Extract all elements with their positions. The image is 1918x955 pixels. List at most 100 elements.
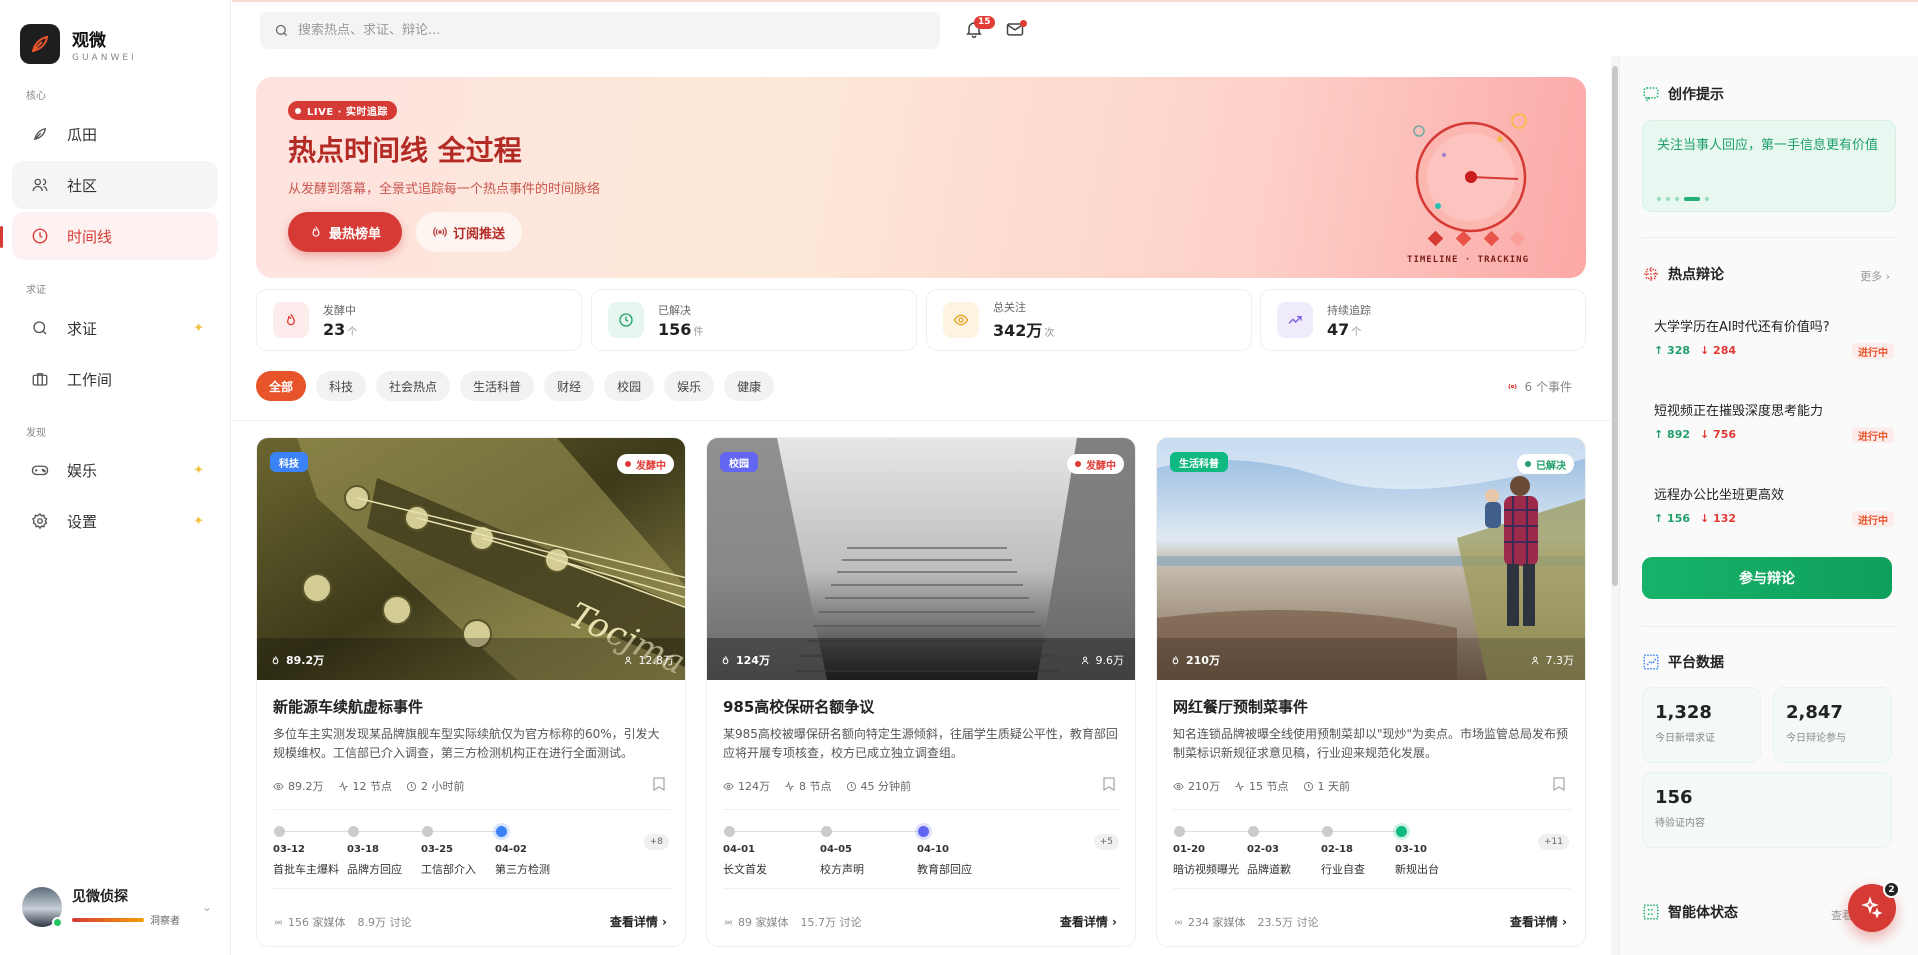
view-details-link[interactable]: 查看详情 › bbox=[1060, 913, 1117, 930]
bookmark-icon[interactable] bbox=[653, 777, 665, 791]
sparkle-icon: ✦ bbox=[193, 514, 204, 529]
timeline-node[interactable] bbox=[724, 826, 735, 837]
sidebar-item-guatian[interactable]: 瓜田 bbox=[12, 110, 218, 158]
sidebar-item-verify[interactable]: 求证 ✦ bbox=[12, 304, 218, 352]
activity-icon bbox=[1235, 780, 1244, 792]
sidebar-item-workspace[interactable]: 工作间 bbox=[12, 355, 218, 403]
clock-icon bbox=[27, 223, 53, 249]
timeline-node[interactable] bbox=[422, 826, 433, 837]
timeline-clock-illustration bbox=[1413, 113, 1527, 247]
timeline-node[interactable] bbox=[821, 826, 832, 837]
flame-icon bbox=[722, 655, 729, 664]
timeline-node[interactable] bbox=[918, 826, 929, 837]
user-profile[interactable]: 见微侦探 洞察者 ⌄ bbox=[22, 886, 212, 928]
sidebar-item-community[interactable]: 社区 bbox=[12, 161, 218, 209]
debate-item[interactable]: 短视频正在摧毁深度思考能力 ↑ 892 ↓ 756 进行中 bbox=[1654, 400, 1894, 443]
right-panel: 创作提示 关注当事人回应，第一手信息更有价值 热点辩论 更多 › 大学学历在AI… bbox=[1619, 56, 1918, 955]
timeline-more-badge[interactable]: +5 bbox=[1093, 834, 1119, 850]
timeline-node[interactable] bbox=[1322, 826, 1333, 837]
event-card[interactable]: 校园 发酵中 124万 9.6万 985高校保研名额争议 某985高校被曝保研名… bbox=[706, 437, 1136, 947]
search-input[interactable] bbox=[298, 23, 898, 38]
section-label-discover: 发现 bbox=[26, 428, 46, 439]
timeline-date: 02-03 bbox=[1247, 844, 1279, 855]
debate-down-votes: ↓ 756 bbox=[1700, 428, 1737, 441]
filter-chip-health[interactable]: 健康 bbox=[724, 371, 775, 401]
filter-chip-science[interactable]: 生活科普 bbox=[460, 371, 535, 401]
timeline-label: 工信部介入 bbox=[421, 863, 476, 876]
status-badge: 进行中 bbox=[1852, 343, 1894, 359]
filter-chip-tech[interactable]: 科技 bbox=[316, 371, 367, 401]
filter-chip-all[interactable]: 全部 bbox=[256, 371, 307, 401]
timeline-node[interactable] bbox=[274, 826, 285, 837]
debate-up-votes: ↑ 156 bbox=[1654, 512, 1691, 525]
timeline-node[interactable] bbox=[1174, 826, 1185, 837]
timeline-node[interactable] bbox=[496, 826, 507, 837]
leaf-icon bbox=[27, 121, 53, 147]
category-tag: 生活科普 bbox=[1170, 452, 1228, 472]
card-footer: 156 家媒体 8.9万 讨论 bbox=[273, 914, 412, 930]
scrollbar-thumb[interactable] bbox=[1612, 66, 1618, 586]
timeline-node[interactable] bbox=[1396, 826, 1407, 837]
broadcast-icon bbox=[725, 919, 732, 925]
event-title[interactable]: 985高校保研名额争议 bbox=[723, 696, 874, 717]
stat-value: 156 bbox=[658, 319, 692, 339]
tips-header: 创作提示 bbox=[1642, 84, 1724, 104]
stat-label: 已解决 bbox=[658, 303, 691, 317]
event-card[interactable]: 生活科普 已解决 210万 7.3万 网红餐厅预制菜事件 知名连锁品牌被曝全线使… bbox=[1156, 437, 1586, 947]
timeline-track bbox=[279, 831, 501, 832]
briefcase-icon bbox=[27, 366, 53, 392]
sidebar-item-settings[interactable]: 设置 ✦ bbox=[12, 497, 218, 545]
subscribe-button[interactable]: 订阅推送 bbox=[416, 212, 522, 252]
event-title[interactable]: 网红餐厅预制菜事件 bbox=[1173, 696, 1308, 717]
bookmark-icon[interactable] bbox=[1103, 777, 1115, 791]
debate-down-votes: ↓ 284 bbox=[1700, 344, 1737, 357]
bell-icon[interactable]: 15 bbox=[964, 16, 995, 41]
search-bar[interactable] bbox=[260, 12, 940, 49]
mail-icon[interactable] bbox=[1005, 19, 1027, 41]
users-icon bbox=[1531, 656, 1538, 664]
brand[interactable]: 观微 GUANWEI bbox=[20, 24, 137, 64]
clock-icon bbox=[406, 781, 417, 791]
participant-count: 7.3万 bbox=[1531, 652, 1574, 668]
timeline-date: 04-02 bbox=[495, 844, 527, 855]
main-scrollbar[interactable] bbox=[1611, 56, 1619, 955]
assistant-fab[interactable]: 2 bbox=[1848, 881, 1900, 932]
activity-icon bbox=[338, 780, 348, 792]
event-card[interactable]: Tocjma 科技 发酵中 89.2万 12.8万 新能源车续航虚标事件 多位车… bbox=[256, 437, 686, 947]
user-name: 见微侦探 bbox=[72, 889, 128, 905]
filter-chip-entertainment[interactable]: 娱乐 bbox=[664, 371, 715, 401]
chevron-down-icon[interactable]: ⌄ bbox=[202, 900, 212, 914]
sidebar-item-entertainment[interactable]: 娱乐 ✦ bbox=[12, 446, 218, 494]
timeline-more-badge[interactable]: +8 bbox=[643, 834, 669, 850]
debate-more-link[interactable]: 更多 › bbox=[1860, 268, 1890, 284]
filter-chip-finance[interactable]: 财经 bbox=[544, 371, 595, 401]
debate-item[interactable]: 大学学历在AI时代还有价值吗? ↑ 328 ↓ 284 进行中 bbox=[1654, 316, 1894, 359]
notification-badge: 15 bbox=[974, 16, 995, 29]
join-debate-button[interactable]: 参与辩论 bbox=[1642, 557, 1892, 599]
timeline-more-badge[interactable]: +11 bbox=[1538, 834, 1569, 850]
gamepad-icon bbox=[27, 457, 53, 483]
bookmark-icon[interactable] bbox=[1553, 777, 1565, 791]
hot-list-button[interactable]: 最热榜单 bbox=[288, 212, 402, 252]
heat-count: 124万 bbox=[720, 652, 770, 668]
gear-icon bbox=[27, 508, 53, 534]
filter-chip-society[interactable]: 社会热点 bbox=[376, 371, 451, 401]
sidebar-item-label: 工作间 bbox=[67, 370, 113, 389]
sidebar-item-timeline[interactable]: 时间线 bbox=[12, 212, 218, 260]
timeline-node[interactable] bbox=[1248, 826, 1259, 837]
timeline-label: 首批车主爆料 bbox=[273, 863, 339, 876]
timeline-date: 03-12 bbox=[273, 844, 305, 855]
stat-unit: 次 bbox=[1044, 328, 1055, 339]
timeline-node[interactable] bbox=[348, 826, 359, 837]
debate-item[interactable]: 远程办公比坐班更高效 ↑ 156 ↓ 132 进行中 bbox=[1654, 484, 1894, 527]
status-badge: 进行中 bbox=[1852, 511, 1894, 527]
event-title[interactable]: 新能源车续航虚标事件 bbox=[273, 696, 423, 717]
card-footer: 234 家媒体 23.5万 讨论 bbox=[1173, 914, 1319, 930]
carousel-dots[interactable] bbox=[1657, 197, 1709, 201]
category-filters: 全部 科技 社会热点 生活科普 财经 校园 娱乐 健康 bbox=[256, 371, 775, 401]
card-footer: 89 家媒体 15.7万 讨论 bbox=[723, 914, 862, 930]
mail-unread-dot bbox=[1020, 20, 1027, 27]
view-details-link[interactable]: 查看详情 › bbox=[1510, 913, 1567, 930]
filter-chip-campus[interactable]: 校园 bbox=[604, 371, 655, 401]
view-details-link[interactable]: 查看详情 › bbox=[610, 913, 667, 930]
